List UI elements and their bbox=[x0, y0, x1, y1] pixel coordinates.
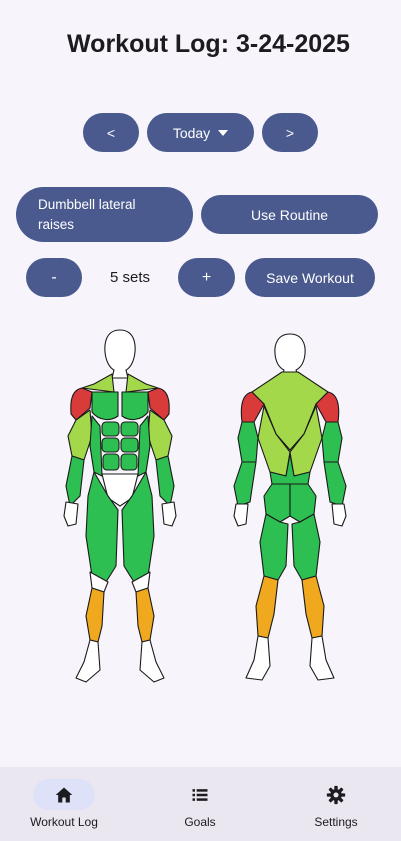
decrement-sets-button[interactable]: - bbox=[26, 258, 82, 297]
front-trap-left bbox=[81, 373, 115, 393]
front-bicep-left bbox=[67, 409, 93, 461]
front-abs-1 bbox=[101, 421, 120, 437]
front-hand-left bbox=[63, 501, 79, 527]
nav-goals-indicator bbox=[169, 779, 231, 810]
home-icon bbox=[55, 787, 73, 802]
front-head bbox=[104, 329, 136, 379]
date-dropdown[interactable]: Today bbox=[147, 113, 254, 152]
front-calf-left bbox=[85, 587, 105, 643]
front-bicep-right bbox=[147, 409, 173, 461]
nav-workout-log-indicator bbox=[33, 779, 95, 810]
back-foot-right bbox=[309, 635, 335, 681]
back-head bbox=[274, 333, 306, 377]
front-abs-3 bbox=[101, 437, 120, 453]
back-hand-left bbox=[233, 503, 249, 527]
sets-count: 5 sets bbox=[109, 269, 151, 286]
front-chest-right bbox=[121, 391, 149, 421]
gear-icon bbox=[326, 785, 346, 804]
front-body-diagram bbox=[63, 329, 177, 683]
list-icon bbox=[192, 788, 208, 801]
nav-goals[interactable]: Goals bbox=[136, 767, 266, 841]
back-tricep-left bbox=[237, 421, 259, 463]
nav-settings[interactable]: Settings bbox=[272, 767, 401, 841]
front-hand-right bbox=[161, 501, 177, 527]
front-calf-right bbox=[135, 587, 155, 643]
previous-day-button[interactable]: < bbox=[83, 113, 139, 152]
back-tricep-right bbox=[321, 421, 343, 463]
use-routine-button[interactable]: Use Routine bbox=[201, 195, 378, 234]
next-day-button[interactable]: > bbox=[262, 113, 318, 152]
front-abs-2 bbox=[120, 421, 139, 437]
front-abs-5 bbox=[102, 453, 120, 471]
front-foot-left bbox=[75, 639, 101, 683]
front-obliques-left bbox=[89, 415, 103, 477]
back-hand-right bbox=[331, 503, 347, 527]
nav-settings-label: Settings bbox=[314, 815, 358, 829]
front-obliques-right bbox=[137, 415, 151, 477]
nav-workout-log[interactable]: Workout Log bbox=[0, 767, 130, 841]
front-abs-6 bbox=[120, 453, 138, 471]
front-trap-right bbox=[125, 373, 159, 393]
back-hamstring-right bbox=[291, 513, 321, 581]
back-calf-left bbox=[255, 575, 279, 639]
nav-goals-label: Goals bbox=[184, 815, 216, 829]
page-title: Workout Log: 3-24-2025 bbox=[67, 30, 350, 58]
back-body-diagram bbox=[233, 333, 347, 681]
back-calf-right bbox=[301, 575, 325, 639]
back-forearm-left bbox=[233, 461, 257, 507]
back-foot-left bbox=[245, 635, 271, 681]
front-foot-right bbox=[139, 639, 165, 683]
date-label: Today bbox=[172, 124, 211, 141]
increment-sets-button[interactable]: + bbox=[178, 258, 235, 297]
back-hamstring-left bbox=[259, 513, 289, 581]
exercise-selector[interactable]: Dumbbell lateral raises bbox=[16, 187, 193, 242]
bottom-navigation: Workout Log Goals Settings bbox=[0, 767, 401, 841]
front-chest-left bbox=[91, 391, 119, 421]
front-forearm-left bbox=[65, 455, 85, 507]
back-forearm-right bbox=[323, 461, 347, 507]
nav-workout-log-label: Workout Log bbox=[30, 815, 98, 829]
front-forearm-right bbox=[155, 455, 175, 507]
nav-settings-indicator bbox=[305, 779, 367, 810]
front-abs-4 bbox=[120, 437, 139, 453]
caret-down-icon bbox=[218, 129, 229, 136]
save-workout-button[interactable]: Save Workout bbox=[245, 258, 375, 297]
